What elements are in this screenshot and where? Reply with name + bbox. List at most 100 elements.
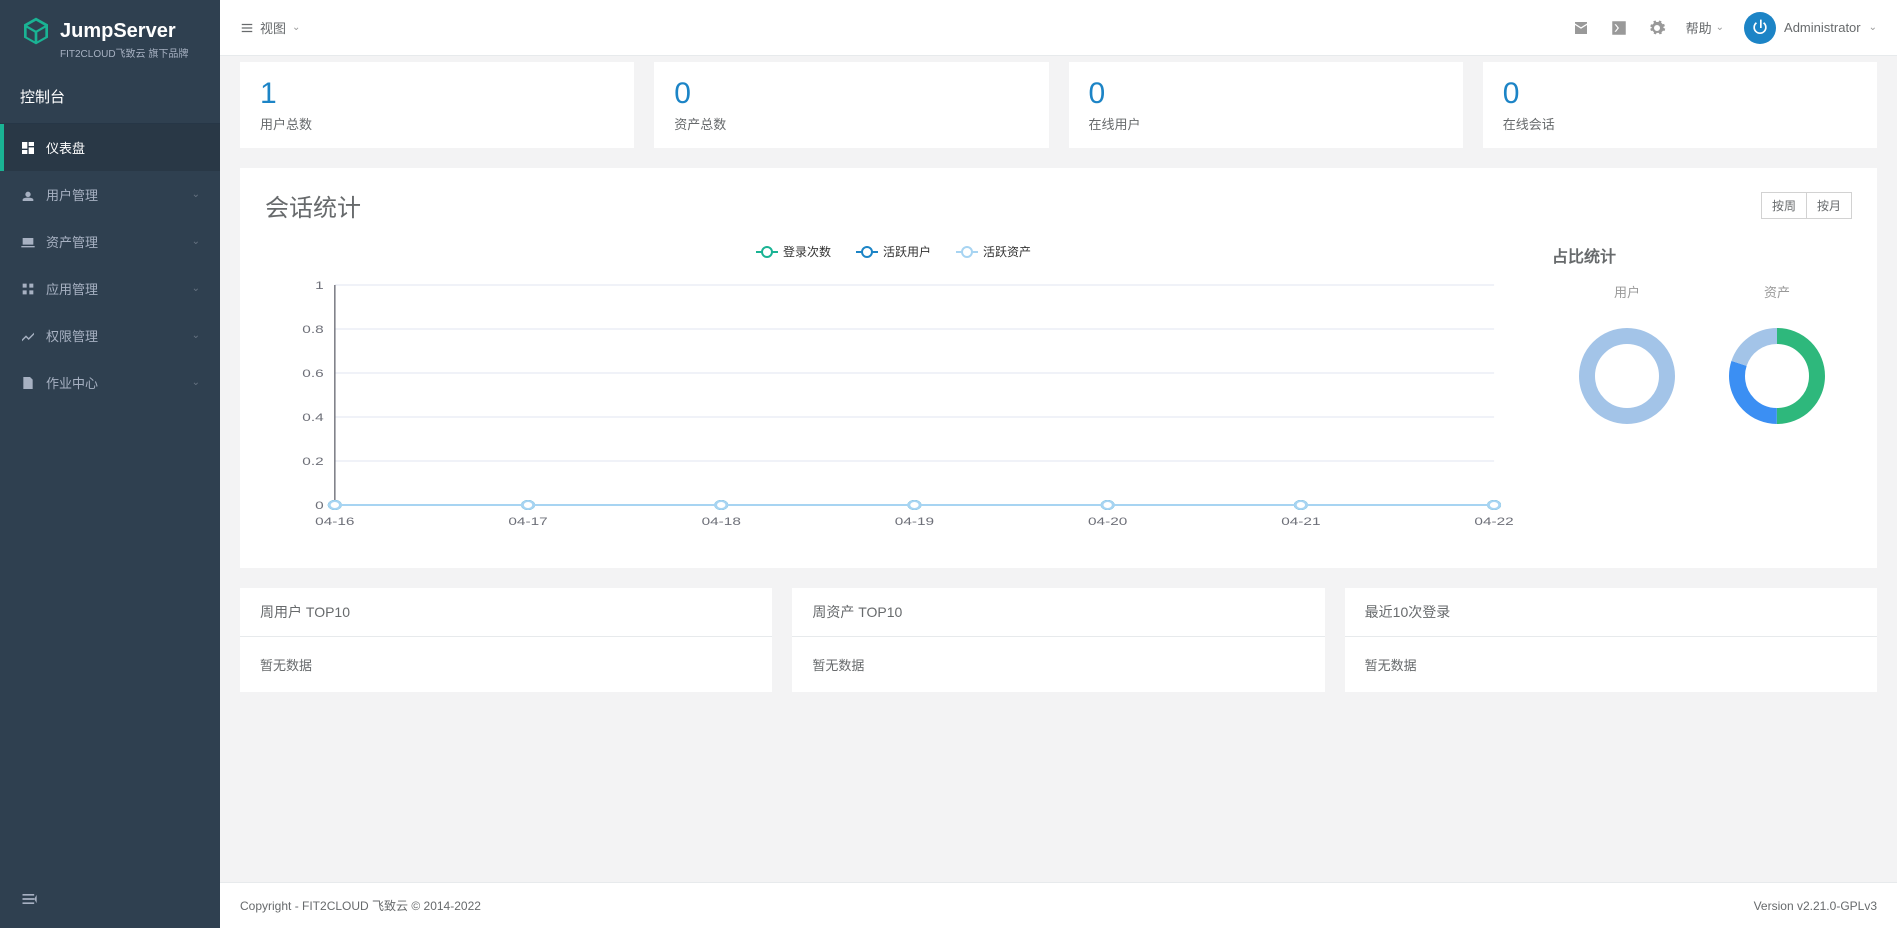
collapse-icon	[20, 889, 40, 909]
version: Version v2.21.0-GPLv3	[1754, 899, 1877, 913]
help-link[interactable]: 帮助 ⌄	[1686, 18, 1724, 37]
svg-text:04-17: 04-17	[508, 515, 547, 527]
legend-marker-icon	[756, 247, 778, 257]
gear-icon[interactable]	[1648, 19, 1666, 37]
svg-text:04-18: 04-18	[702, 515, 741, 527]
svg-text:0.8: 0.8	[302, 323, 323, 335]
help-label: 帮助	[1686, 18, 1712, 37]
nav-menu: 仪表盘用户管理⌄资产管理⌄应用管理⌄权限管理⌄作业中心⌄	[0, 124, 220, 406]
svg-text:04-20: 04-20	[1088, 515, 1127, 527]
donut-chart	[1722, 321, 1832, 434]
svg-text:1: 1	[315, 279, 324, 291]
legend-marker-icon	[956, 247, 978, 257]
assets-icon	[20, 234, 36, 250]
donut-chart	[1572, 321, 1682, 434]
chevron-down-icon: ⌄	[192, 236, 200, 247]
nav-label: 仪表盘	[46, 138, 200, 157]
power-icon	[1750, 18, 1770, 38]
logo-area[interactable]: JumpServer FIT2CLOUD飞致云 旗下品牌	[0, 0, 220, 70]
nav-label: 作业中心	[46, 373, 192, 392]
chevron-down-icon: ⌄	[192, 283, 200, 294]
stat-card-3[interactable]: 0 在线会话	[1483, 62, 1877, 148]
avatar	[1744, 12, 1776, 44]
sidebar-item-users[interactable]: 用户管理⌄	[0, 171, 220, 218]
chevron-down-icon: ⌄	[192, 377, 200, 388]
stat-value: 0	[1089, 77, 1443, 110]
view-switcher[interactable]: 视图 ⌄	[240, 18, 300, 37]
mail-icon[interactable]	[1572, 19, 1590, 37]
bottom-card-2: 最近10次登录暂无数据	[1345, 588, 1877, 692]
stat-value: 0	[674, 77, 1028, 110]
legend-item[interactable]: 活跃用户	[856, 243, 931, 260]
donut-charts	[1552, 321, 1852, 434]
sidebar-item-apps[interactable]: 应用管理⌄	[0, 265, 220, 312]
card-title: 周资产 TOP10	[792, 588, 1324, 637]
jobs-icon	[20, 375, 36, 391]
brand-logo-icon	[20, 15, 52, 47]
legend-marker-icon	[856, 247, 878, 257]
donut-label-asset: 资产	[1764, 282, 1790, 301]
sidebar-collapse[interactable]	[0, 873, 220, 928]
card-empty-text: 暂无数据	[1345, 637, 1877, 692]
sidebar-item-assets[interactable]: 资产管理⌄	[0, 218, 220, 265]
sidebar-item-dashboard[interactable]: 仪表盘	[0, 124, 220, 171]
stat-card-0[interactable]: 1用户总数	[240, 62, 634, 148]
chevron-down-icon: ⌄	[292, 22, 300, 33]
card-empty-text: 暂无数据	[240, 637, 772, 692]
view-label: 视图	[260, 18, 286, 37]
stat-card-2[interactable]: 0在线用户	[1069, 62, 1463, 148]
legend-label: 登录次数	[783, 243, 831, 260]
chevron-down-icon: ⌄	[1716, 22, 1724, 33]
legend-item[interactable]: 活跃资产	[956, 243, 1031, 260]
brand-name: JumpServer	[60, 20, 176, 43]
ratio-title: 占比统计	[1552, 243, 1852, 267]
chart-title: 会话统计	[265, 188, 361, 223]
svg-text:04-22: 04-22	[1474, 515, 1513, 527]
chart-legend[interactable]: 登录次数 活跃用户 活跃资产	[265, 243, 1522, 260]
card-title: 最近10次登录	[1345, 588, 1877, 637]
dashboard-icon	[20, 140, 36, 156]
nav-label: 权限管理	[46, 326, 192, 345]
session-chart-card: 会话统计 按周 按月 登录次数 活跃用户 活跃资产 0 0.2 0.4 0.6 0.8 1 04…	[240, 168, 1877, 568]
footer: Copyright - FIT2CLOUD 飞致云 © 2014-2022 Ve…	[220, 882, 1897, 928]
card-empty-text: 暂无数据	[792, 637, 1324, 692]
console-title: 控制台	[0, 70, 220, 124]
chevron-down-icon: ⌄	[192, 330, 200, 341]
line-chart: 00.20.40.60.8104-1604-1704-1804-1904-200…	[265, 275, 1522, 535]
legend-label: 活跃资产	[983, 243, 1031, 260]
stat-value: 0	[1503, 77, 1857, 110]
nav-label: 用户管理	[46, 185, 192, 204]
stats-row: 1用户总数0资产总数0在线用户0在线会话	[240, 62, 1877, 148]
sidebar-item-jobs[interactable]: 作业中心⌄	[0, 359, 220, 406]
sidebar-item-perms[interactable]: 权限管理⌄	[0, 312, 220, 359]
bottom-card-0: 周用户 TOP10暂无数据	[240, 588, 772, 692]
brand-tagline: FIT2CLOUD飞致云 旗下品牌	[60, 45, 200, 60]
user-menu[interactable]: Administrator ⌄	[1744, 12, 1877, 44]
donut-label-user: 用户	[1614, 282, 1640, 301]
terminal-icon[interactable]	[1610, 19, 1628, 37]
stat-label: 用户总数	[260, 114, 614, 133]
copyright: Copyright - FIT2CLOUD 飞致云 © 2014-2022	[240, 897, 481, 914]
bottom-card-1: 周资产 TOP10暂无数据	[792, 588, 1324, 692]
stat-card-1[interactable]: 0 资产总数	[654, 62, 1048, 148]
stat-label: 资产总数	[674, 114, 1028, 133]
card-title: 周用户 TOP10	[240, 588, 772, 637]
svg-text:0.2: 0.2	[302, 455, 323, 467]
svg-text:0.4: 0.4	[302, 411, 324, 423]
legend-label: 活跃用户	[883, 243, 931, 260]
svg-text:0.6: 0.6	[302, 367, 323, 379]
legend-item[interactable]: 登录次数	[756, 243, 831, 260]
username: Administrator	[1784, 20, 1861, 35]
nav-label: 应用管理	[46, 279, 192, 298]
nav-label: 资产管理	[46, 232, 192, 251]
svg-text:0: 0	[315, 499, 324, 511]
apps-icon	[20, 281, 36, 297]
users-icon	[20, 187, 36, 203]
perms-icon	[20, 328, 36, 344]
stat-label: 在线会话	[1503, 114, 1857, 133]
chart-month-button[interactable]: 按月	[1807, 192, 1852, 219]
svg-text:04-19: 04-19	[895, 515, 934, 527]
chevron-down-icon: ⌄	[192, 189, 200, 200]
chart-week-button[interactable]: 按周	[1761, 192, 1807, 219]
topbar: 视图 ⌄ 帮助 ⌄ Administrator ⌄	[220, 0, 1897, 56]
